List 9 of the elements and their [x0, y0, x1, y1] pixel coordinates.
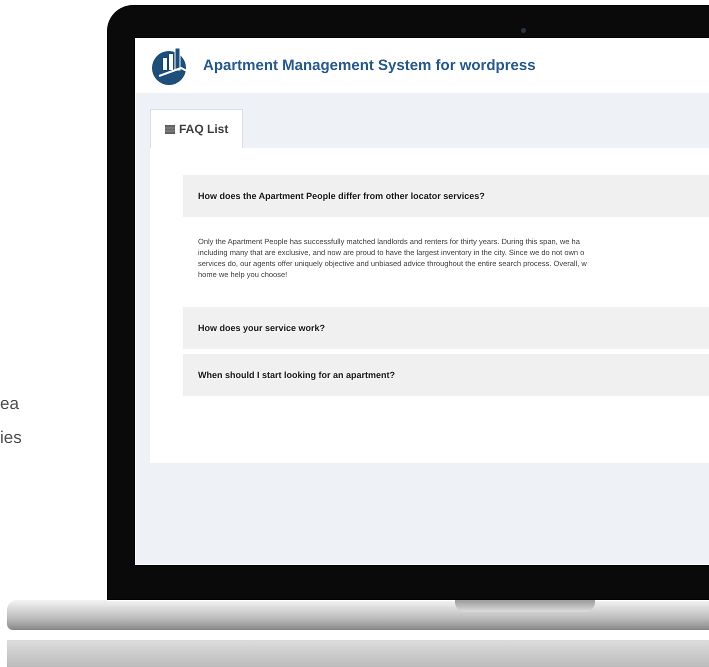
tab[interactable]: FAQ List [150, 109, 244, 148]
app-title: Apartment Management System for wordpress [203, 57, 536, 74]
camera-icon [521, 28, 526, 33]
faq-question[interactable]: When should I start looking for an apartment? [183, 354, 709, 396]
side-text: ies [0, 427, 23, 449]
faq-question[interactable]: How does your service work? [183, 307, 709, 349]
faq-question[interactable]: How does the Apartment People differ from other locator services? [183, 175, 709, 217]
list-icon [165, 124, 175, 134]
side-text: ea [0, 393, 20, 415]
